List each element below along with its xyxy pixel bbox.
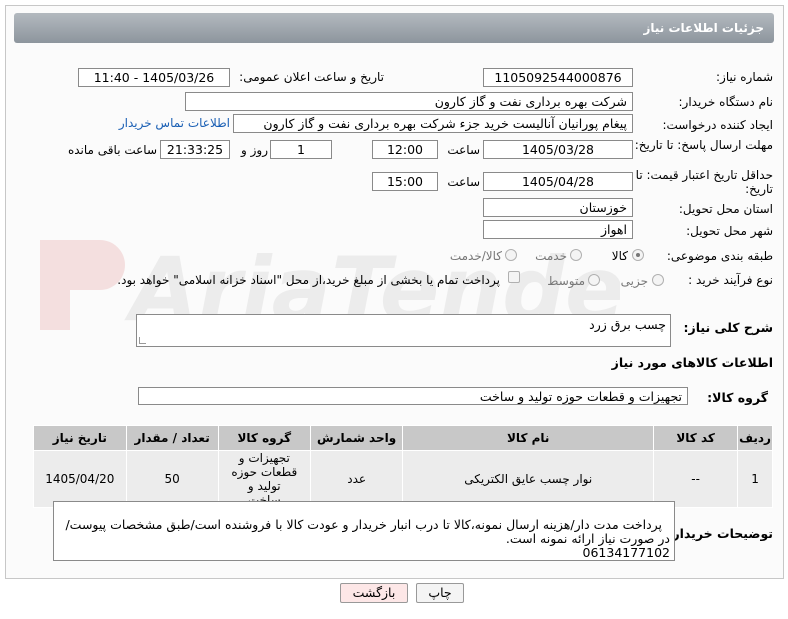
cell-unit: عدد (310, 450, 404, 508)
days-field: 1 (270, 140, 332, 159)
col-header-name: نام کالا (402, 425, 655, 451)
day-and-label: روز و (241, 143, 268, 157)
col-header-date: تاریخ نیاز (33, 425, 127, 451)
buyer-notes-text: پرداخت مدت دار/هزینه ارسال نمونه،کالا تا… (65, 517, 670, 560)
province-field: خوزستان (483, 198, 633, 217)
deadline-date-field: 1405/03/28 (483, 140, 633, 159)
creator-label: ایجاد کننده درخواست: (662, 118, 773, 132)
cell-date: 1405/04/20 (33, 450, 127, 508)
need-number-label: شماره نیاز: (716, 70, 773, 84)
page-title: جزئیات اطلاعات نیاز (643, 21, 764, 35)
cell-row: 1 (737, 450, 773, 508)
hour-label: ساعت (447, 143, 480, 157)
hour-label-2: ساعت (447, 175, 480, 189)
remaining-time-field: 21:33:25 (160, 140, 230, 159)
category-option-both: کالا/خدمت (449, 249, 502, 263)
category-label: طبقه بندی موضوعی: (666, 249, 773, 263)
validity-label: حداقل تاریخ اعتبار قیمت: تا تاریخ: (635, 168, 773, 196)
goods-info-heading: اطلاعات کالاهای مورد نیاز (611, 355, 773, 370)
items-table: ردیف کد کالا نام کالا واحد شمارش گروه کا… (33, 425, 773, 508)
col-header-unit: واحد شمارش (310, 425, 404, 451)
process-option-medium: متوسط (547, 274, 585, 288)
city-field: اهواز (483, 220, 633, 239)
table-header-row: ردیف کد کالا نام کالا واحد شمارش گروه کا… (33, 425, 773, 451)
goods-group-field: تجهیزات و قطعات حوزه تولید و ساخت (138, 387, 688, 405)
buyer-notes-label: توضیحات خریدار: (667, 526, 773, 541)
deadline-label: مهلت ارسال پاسخ: تا تاریخ: (634, 138, 773, 152)
buyer-org-field: شرکت بهره برداری نفت و گاز کارون (185, 92, 633, 111)
category-radio-both[interactable] (505, 249, 517, 261)
announce-field: 1405/03/26 - 11:40 (78, 68, 230, 87)
col-header-code: کد کالا (653, 425, 739, 451)
announce-label: تاریخ و ساعت اعلان عمومی: (239, 70, 384, 84)
cell-code: -- (653, 450, 739, 508)
resize-handle[interactable] (139, 337, 146, 344)
remaining-label: ساعت باقی مانده (67, 143, 157, 157)
buyer-notes-field: پرداخت مدت دار/هزینه ارسال نمونه،کالا تا… (53, 501, 675, 561)
buyer-org-label: نام دستگاه خریدار: (678, 95, 774, 109)
creator-field: پیغام پورانیان آنالیست خرید جزء شرکت بهر… (233, 114, 633, 133)
process-radio-minor[interactable] (652, 274, 664, 286)
payment-note: پرداخت تمام یا بخشی از مبلغ خرید،از محل … (117, 273, 500, 287)
treasury-checkbox[interactable] (508, 271, 520, 283)
category-radio-service[interactable] (570, 249, 582, 261)
province-label: استان محل تحویل: (678, 202, 773, 216)
deadline-time-field: 12:00 (372, 140, 438, 159)
process-label: نوع فرآیند خرید : (688, 273, 773, 287)
col-header-qty: تعداد / مقدار (125, 425, 219, 451)
goods-group-label: گروه کالا: (707, 390, 768, 405)
summary-label: شرح کلی نیاز: (683, 320, 773, 335)
print-button[interactable]: چاپ (416, 583, 464, 603)
summary-field: چسب برق زرد (136, 314, 671, 347)
buyer-contact-link[interactable]: اطلاعات تماس خریدار (119, 116, 230, 130)
validity-time-field: 15:00 (372, 172, 438, 191)
process-option-minor: جزیی (620, 274, 648, 288)
category-radio-goods[interactable] (632, 249, 644, 261)
col-header-group: گروه کالا (217, 425, 312, 451)
back-button[interactable]: بازگشت (340, 583, 408, 603)
validity-date-field: 1405/04/28 (483, 172, 633, 191)
cell-name: نوار چسب عایق الکتریکی (402, 450, 655, 508)
category-option-service: خدمت (535, 249, 567, 263)
process-radio-medium[interactable] (588, 274, 600, 286)
col-header-row: ردیف (737, 425, 773, 451)
need-number-field: 1105092544000876 (483, 68, 633, 87)
category-option-goods: کالا (611, 249, 628, 263)
summary-text: چسب برق زرد (589, 317, 666, 332)
table-row[interactable]: 1 -- نوار چسب عایق الکتریکی عدد تجهیزات … (33, 450, 773, 508)
page-header: جزئیات اطلاعات نیاز (14, 13, 774, 43)
cell-qty: 50 (125, 450, 219, 508)
cell-group: تجهیزات و قطعات حوزه تولید و ساخت (217, 450, 312, 508)
city-label: شهر محل تحویل: (686, 224, 773, 238)
